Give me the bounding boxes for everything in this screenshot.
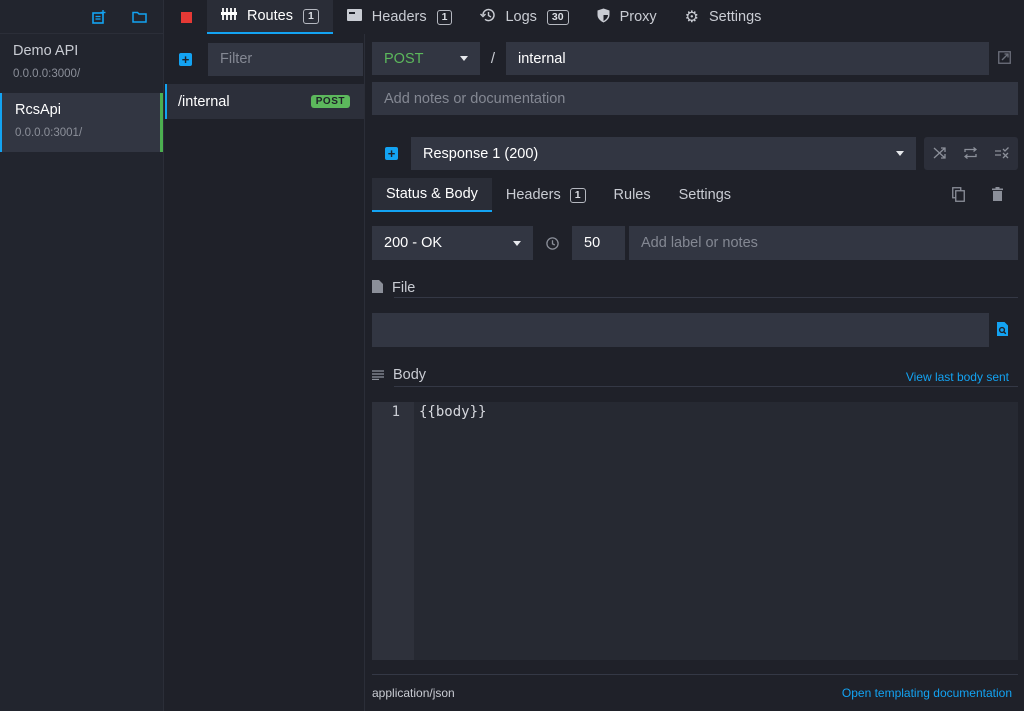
view-last-body-link[interactable]: View last body sent [906, 370, 1009, 384]
response-select-value: Response 1 (200) [422, 145, 539, 162]
subtab-headers[interactable]: Headers 1 [492, 178, 600, 212]
subtab-label: Headers [505, 187, 561, 203]
body-section-header: Body View last body sent [372, 366, 1018, 384]
tab-label: Proxy [619, 9, 657, 25]
notes-placeholder: Add notes or documentation [384, 90, 566, 107]
caret-down-icon [513, 240, 521, 246]
history-icon [480, 8, 496, 26]
file-icon [372, 280, 383, 296]
subtab-settings[interactable]: Settings [665, 178, 745, 212]
divider [394, 386, 1018, 387]
environments-sidebar: Demo API 0.0.0.0:3000/ RcsApi 0.0.0.0:30… [0, 0, 164, 711]
divider [394, 297, 1018, 298]
text-lines-icon [372, 367, 384, 383]
routes-icon [221, 7, 237, 25]
templating-docs-link[interactable]: Open templating documentation [842, 686, 1012, 700]
add-route-button[interactable]: + [179, 52, 192, 66]
status-row: 200 - OK 50 Add label or notes [372, 226, 1018, 260]
shield-icon [597, 8, 610, 27]
caret-down-icon [460, 56, 468, 61]
route-path-row: POST / internal [372, 42, 1018, 75]
stop-server-button[interactable] [165, 0, 207, 34]
route-notes-input[interactable]: Add notes or documentation [372, 82, 1018, 115]
environment-address: 0.0.0.0:3001/ [15, 127, 83, 139]
gear-icon: ⚙ [684, 9, 700, 26]
environment-tabs: Routes 1 Headers 1 Logs 30 Proxy ⚙ Setti… [165, 0, 1024, 34]
caret-down-icon [896, 151, 905, 156]
routes-count-badge: 1 [302, 8, 319, 24]
environment-address: 0.0.0.0:3000/ [13, 68, 81, 80]
external-link-icon[interactable] [998, 50, 1011, 67]
stop-icon [180, 11, 192, 23]
body-section-title: Body [393, 367, 427, 383]
random-response-icon[interactable] [933, 146, 946, 162]
environment-name: Demo API [13, 43, 79, 59]
add-response-button[interactable]: + [385, 147, 398, 160]
status-code-value: 200 - OK [384, 235, 443, 251]
response-tabs: Status & Body Headers 1 Rules Settings [372, 178, 1018, 212]
tab-routes[interactable]: Routes 1 [207, 0, 333, 34]
clock-icon [533, 236, 572, 250]
environments-toolbar [0, 0, 163, 34]
latency-input[interactable]: 50 [572, 226, 625, 260]
subtab-label: Settings [678, 187, 732, 203]
route-path-value: internal [518, 50, 566, 67]
new-environment-icon[interactable] [92, 9, 106, 24]
line-number: 1 [391, 404, 400, 420]
latency-value: 50 [584, 235, 601, 251]
path-separator: / [490, 50, 496, 67]
status-code-select[interactable]: 200 - OK [372, 226, 533, 260]
tab-logs[interactable]: Logs 30 [466, 0, 582, 34]
tab-label: Logs [505, 9, 537, 25]
headers-count-badge: 1 [569, 187, 586, 203]
logs-count-badge: 30 [546, 9, 569, 25]
method-badge: POST [310, 95, 350, 108]
file-section-header: File [372, 279, 415, 297]
sequential-response-icon[interactable] [964, 146, 978, 162]
mockoon-app: Demo API 0.0.0.0:3000/ RcsApi 0.0.0.0:30… [0, 0, 1024, 711]
trash-icon[interactable] [992, 187, 1003, 204]
method-value: POST [384, 50, 424, 67]
route-list-item[interactable]: /internal POST [165, 84, 364, 119]
routes-panel: + /internal POST [165, 34, 365, 711]
label-placeholder: Add label or notes [641, 235, 758, 251]
tab-label: Routes [247, 8, 293, 24]
tab-headers[interactable]: Headers 1 [333, 0, 467, 34]
subtab-rules[interactable]: Rules [600, 178, 665, 212]
response-mode-group [924, 137, 1019, 170]
method-select[interactable]: POST [372, 42, 480, 75]
route-editor: POST / internal Add notes or documentati… [372, 34, 1019, 711]
response-select[interactable]: Response 1 (200) [410, 137, 917, 170]
routes-header: + [165, 34, 364, 84]
environment-name: RcsApi [15, 102, 61, 118]
route-path-input[interactable]: internal [506, 42, 989, 75]
subtab-label: Rules [613, 187, 651, 203]
route-path: /internal [178, 93, 230, 110]
environment-item-demo-api[interactable]: Demo API 0.0.0.0:3000/ [0, 34, 163, 93]
response-label-input[interactable]: Add label or notes [629, 226, 1018, 260]
tab-proxy[interactable]: Proxy [583, 0, 671, 34]
routes-filter-input[interactable] [208, 42, 363, 76]
environment-item-rcsapi[interactable]: RcsApi 0.0.0.0:3001/ [0, 93, 163, 152]
editor-gutter: 1 [372, 402, 414, 660]
tab-settings[interactable]: ⚙ Settings [671, 0, 776, 34]
subtab-label: Status & Body [386, 186, 478, 202]
browse-file-icon[interactable] [997, 322, 1008, 339]
headers-icon [346, 9, 362, 25]
file-path-input[interactable] [372, 313, 989, 347]
body-editor[interactable]: 1 {{body}} [372, 402, 1018, 660]
subtab-status-body[interactable]: Status & Body [372, 178, 492, 212]
editor-footer: application/json Open templating documen… [372, 674, 1018, 711]
disable-rules-icon[interactable] [995, 146, 1009, 162]
tab-label: Headers [371, 9, 427, 25]
tab-label: Settings [709, 9, 762, 25]
content-type-label: application/json [372, 686, 455, 700]
headers-count-badge: 1 [436, 9, 453, 25]
file-section-title: File [392, 280, 416, 296]
response-row: + Response 1 (200) [372, 137, 1019, 170]
code-line: {{body}} [419, 404, 487, 420]
folder-icon[interactable] [132, 11, 147, 23]
duplicate-icon[interactable] [952, 187, 965, 205]
